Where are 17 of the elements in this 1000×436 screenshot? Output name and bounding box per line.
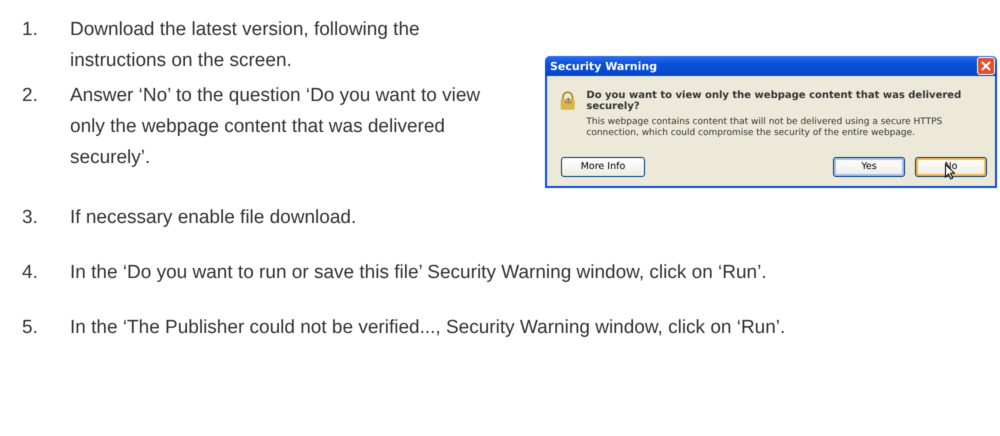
dialog-message: This webpage contains content that will not be delivered using a secure HTTPS connection, which could compromise the security of the entire webpage. bbox=[586, 117, 944, 139]
step-text: Download the latest version, following the instructions on the screen. bbox=[70, 18, 421, 73]
window-title: Security Warning bbox=[550, 60, 658, 72]
step-text: In the ‘Do you want to run or save this file’ Security Warning window, click on ‘Run’. bbox=[70, 260, 768, 284]
step-number: 5. bbox=[22, 316, 39, 340]
more-info-button[interactable]: More Info bbox=[561, 156, 645, 176]
step-number: 4. bbox=[22, 260, 39, 284]
step-number: 1. bbox=[22, 18, 39, 42]
dialog-button[interactable]: Yes bbox=[833, 156, 905, 176]
step-text: If necessary enable file download. bbox=[70, 206, 358, 230]
close-button[interactable] bbox=[977, 57, 995, 75]
step-text: Answer ‘No’ to the question ‘Do you want to view only the webpage content that was delivered securely’. bbox=[70, 84, 482, 170]
step-text: In the ‘The Publisher could not be verified..., Security Warning window, click on ‘Run’. bbox=[70, 316, 786, 340]
step-number: 2. bbox=[22, 84, 39, 108]
dialog-question: Do you want to view only the webpage content that was delivered securely? bbox=[586, 90, 962, 112]
close-icon bbox=[981, 61, 991, 71]
step-number: 3. bbox=[22, 206, 39, 230]
